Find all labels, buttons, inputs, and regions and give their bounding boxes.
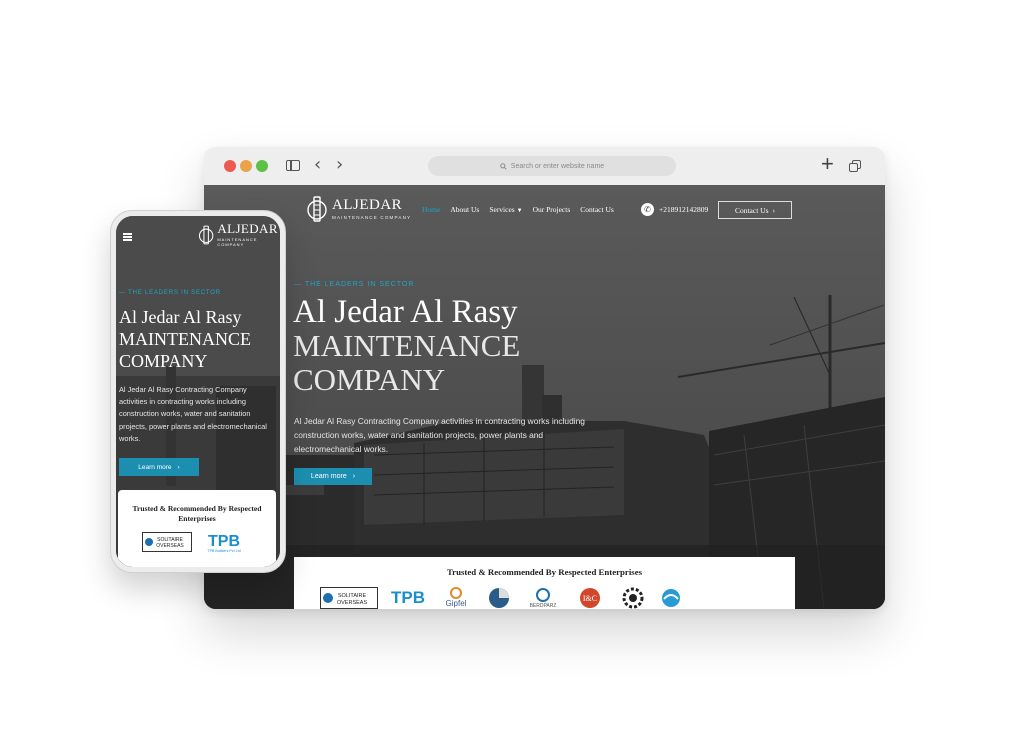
trusted-title: Trusted & Recommended By Respected Enter…	[446, 567, 643, 577]
desktop-browser-mockup: ‹ › Search or enter website name + ALJED…	[204, 147, 885, 609]
hero-title: Al Jedar Al Rasy MAINTENANCE COMPANY	[293, 295, 613, 397]
mobile-trusted-section: Trusted & Recommended By Respected Enter…	[118, 490, 276, 567]
mobile-title-line-2: MAINTENANCE	[119, 329, 251, 349]
mobile-trusted-title: Trusted & Recommended By Respected Enter…	[132, 504, 262, 523]
svg-text:Gipfel: Gipfel	[446, 599, 467, 608]
chevron-down-icon: ▼	[516, 208, 523, 214]
hero-title-line-3: COMPANY	[293, 362, 446, 397]
nav-projects[interactable]: Our Projects	[533, 205, 571, 214]
svg-text:OVERSEAS: OVERSEAS	[337, 600, 368, 606]
learn-more-button[interactable]: Learn more ›	[294, 468, 372, 485]
contact-us-button[interactable]: Contact Us ›	[718, 201, 792, 219]
mobile-title-line-1: Al Jedar Al Rasy	[119, 307, 242, 327]
contact-us-button-label: Contact Us	[734, 205, 769, 215]
nav-services[interactable]: Services ▼	[489, 205, 522, 214]
maximize-window-button[interactable]	[256, 160, 268, 172]
mobile-hero-eyebrow: — THE LEADERS IN SECTOR	[119, 290, 221, 296]
mobile-site-logo[interactable]: ALJEDAR MAINTENANCE COMPANY	[198, 222, 280, 247]
hero-description: Al Jedar Al Rasy Contracting Company act…	[294, 416, 585, 454]
address-bar[interactable]: Search or enter website name	[428, 156, 676, 176]
new-tab-icon[interactable]: +	[821, 153, 834, 175]
hero-title-line-2: MAINTENANCE	[293, 328, 521, 363]
pie-style-logo	[489, 588, 509, 608]
nav-home[interactable]: Home	[422, 205, 440, 214]
main-navigation: Home About Us Services ▼ Our Projects Co…	[422, 205, 614, 214]
chevron-right-icon: ›	[352, 473, 356, 480]
brand-tagline: MAINTENANCE COMPANY	[332, 215, 412, 220]
mobile-hero-title: Al Jedar Al Rasy MAINTENANCE COMPANY	[119, 306, 279, 372]
address-placeholder: Search or enter website name	[510, 162, 605, 170]
tab-overview-icon[interactable]	[849, 160, 861, 172]
blue-swirl-logo	[662, 589, 680, 607]
brand-name: ALJEDAR	[217, 221, 278, 236]
browser-toolbar: ‹ › Search or enter website name +	[204, 147, 885, 186]
logo-mark-icon	[307, 196, 327, 222]
learn-more-label: Learn more	[310, 473, 347, 480]
trusted-partners-section: Trusted & Recommended By Respected Enter…	[294, 557, 795, 609]
svg-text:BERDPARZ: BERDPARZ	[530, 603, 557, 609]
phone-number: +218912142809	[659, 205, 709, 214]
close-window-button[interactable]	[224, 160, 236, 172]
nav-about[interactable]: About Us	[450, 205, 479, 214]
search-icon	[500, 162, 507, 170]
client-logos-row: SOLITAIRE OVERSEAS TPB Gipfel BERDPARZ I…	[320, 587, 684, 609]
nav-contact[interactable]: Contact Us	[580, 205, 614, 214]
brand-name: ALJEDAR	[332, 197, 403, 213]
nav-services-label: Services	[489, 205, 515, 214]
sidebar-toggle-icon[interactable]	[286, 160, 300, 171]
mobile-phone-mockup: ALJEDAR MAINTENANCE COMPANY — THE LEADER…	[110, 210, 286, 573]
chevron-right-icon: ›	[177, 463, 180, 471]
site-header: ALJEDAR MAINTENANCE COMPANY Home About U…	[204, 185, 885, 237]
site-logo[interactable]: ALJEDAR MAINTENANCE COMPANY	[306, 195, 411, 223]
logo-mark-icon	[198, 225, 214, 244]
svg-text:I&C: I&C	[583, 594, 597, 603]
svg-text:TPB: TPB	[208, 533, 240, 550]
mobile-client-logos: SOLITAIRE OVERSEAS TPB TPB Builders Pvt …	[142, 531, 246, 553]
svg-text:OVERSEAS: OVERSEAS	[156, 543, 184, 549]
website-viewport: ALJEDAR MAINTENANCE COMPANY Home About U…	[204, 185, 885, 609]
gipfel-logo: Gipfel	[446, 587, 467, 608]
mobile-screen: ALJEDAR MAINTENANCE COMPANY — THE LEADER…	[116, 216, 280, 567]
berdparz-logo: BERDPARZ	[530, 588, 557, 609]
tpb-logo: TPB	[391, 588, 425, 607]
solitaire-overseas-logo: SOLITAIRE OVERSEAS	[320, 587, 378, 609]
svg-text:SOLITAIRE: SOLITAIRE	[338, 593, 367, 599]
hero-background-image	[204, 185, 885, 609]
mobile-title-line-3: COMPANY	[119, 351, 208, 371]
phone-link[interactable]: ✆ +218912142809	[641, 203, 708, 216]
svg-text:TPB: TPB	[391, 588, 425, 607]
minimize-window-button[interactable]	[240, 160, 252, 172]
forward-arrow-icon[interactable]: ›	[336, 156, 343, 174]
hero-title-line-1: Al Jedar Al Rasy	[293, 294, 518, 330]
gear-emblem-logo	[622, 587, 644, 609]
mobile-learn-more-label: Learn more	[138, 463, 172, 471]
mobile-learn-more-button[interactable]: Learn more ›	[119, 458, 199, 476]
phone-icon: ✆	[641, 203, 654, 216]
chevron-right-icon: ›	[772, 205, 776, 215]
back-arrow-icon[interactable]: ‹	[314, 156, 321, 174]
hamburger-menu-icon[interactable]	[123, 233, 132, 241]
ic-logo: I&C	[580, 588, 600, 608]
svg-text:TPB Builders Pvt Ltd: TPB Builders Pvt Ltd	[207, 549, 240, 553]
mobile-hero-description: Al Jedar Al Rasy Contracting Company act…	[119, 385, 267, 443]
brand-tagline: MAINTENANCE COMPANY	[217, 237, 258, 247]
hero-eyebrow: — THE LEADERS IN SECTOR	[294, 281, 415, 288]
tpb-logo: TPB TPB Builders Pvt Ltd	[207, 533, 240, 553]
solitaire-overseas-logo: SOLITAIRE OVERSEAS	[142, 532, 192, 552]
